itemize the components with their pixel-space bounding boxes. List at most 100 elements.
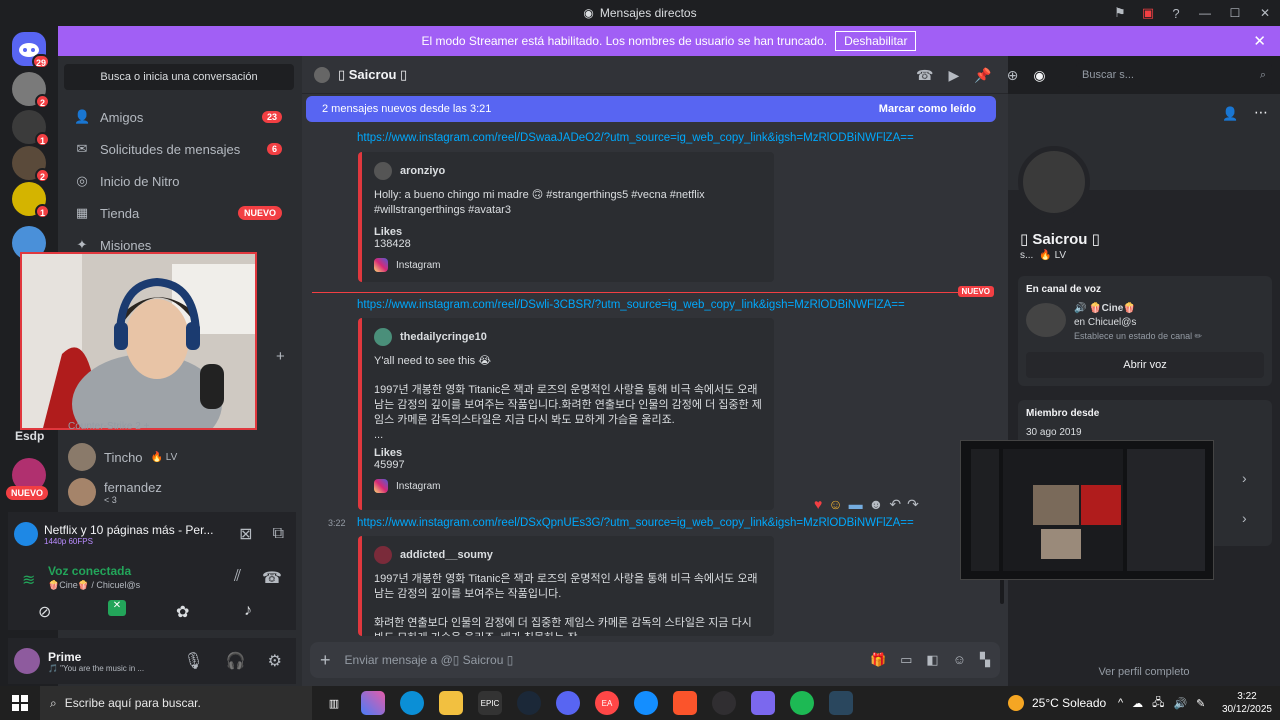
inbox-icon[interactable]: ▣ — [1134, 0, 1162, 26]
home-button[interactable]: 29 — [12, 32, 50, 69]
dm-avatar-4[interactable]: 1 — [12, 182, 50, 219]
soundboard-button[interactable]: ♪ — [244, 602, 252, 620]
steam-icon[interactable] — [517, 691, 541, 715]
dm-search-button[interactable]: Busca o inicia una conversación — [64, 64, 294, 90]
brave-icon[interactable] — [673, 691, 697, 715]
help-icon[interactable]: ? — [1162, 0, 1190, 26]
windows-start-icon[interactable] — [12, 695, 28, 711]
nav-message-requests[interactable]: ✉ Solicitudes de mensajes 6 — [66, 134, 292, 164]
voice-channel-name[interactable]: 🔊 🍿Cine🍿 — [1074, 303, 1202, 314]
video-icon[interactable]: ▶ — [948, 67, 959, 84]
embed-author-name[interactable]: aronziyo — [400, 165, 445, 177]
add-reaction-icon[interactable]: ☻ — [869, 496, 884, 513]
voice-channel[interactable]: 🍿Cine🍿 / Chicuel@s — [48, 580, 140, 591]
chat-search-input[interactable]: Buscar s... ⌕ — [1076, 63, 1272, 87]
headphones-icon[interactable]: 🎧 — [226, 651, 246, 671]
sticker-icon[interactable]: ◧ — [926, 652, 938, 668]
chevron-right-icon[interactable]: › — [1242, 470, 1247, 486]
emoji-reaction-icon[interactable]: ☺ — [828, 496, 842, 513]
message-link[interactable]: https://www.instagram.com/reel/DSxQpnUEs… — [357, 517, 914, 529]
dm-avatar-2[interactable]: 1 — [12, 110, 50, 147]
pin-icon[interactable]: 📌 — [974, 67, 991, 84]
avatar[interactable] — [1018, 146, 1090, 218]
nav-friends[interactable]: 👤 Amigos 23 — [66, 102, 292, 132]
message-actions: ♥ ☺ ▬ ☻ ↶ ↷ — [814, 496, 919, 513]
add-friends-icon[interactable]: ⊕ — [1007, 67, 1019, 84]
dm-row[interactable]: Tincho 🔥 LV — [68, 443, 288, 471]
screen-share-button[interactable]: ✕ — [108, 600, 126, 616]
add-dm-icon[interactable]: + — [276, 348, 285, 365]
call-icon[interactable]: ☎ — [916, 67, 933, 84]
volume-icon[interactable]: 🔊 — [1173, 697, 1187, 710]
voice-channel-status[interactable]: Establece un estado de canal ✏ — [1074, 331, 1202, 342]
embed-author: thedailycringe10 — [374, 328, 762, 346]
open-voice-button[interactable]: Abrir voz — [1026, 352, 1264, 378]
microphone-icon[interactable]: 🎙 — [183, 651, 203, 671]
embed-author-name[interactable]: addicted__soumy — [400, 549, 493, 561]
apps-icon[interactable]: ▚ — [980, 652, 990, 668]
reply-icon[interactable]: ↶ — [889, 496, 901, 513]
taskbar-clock[interactable]: 3:22 30/12/2025 — [1222, 690, 1272, 716]
battlenet-icon[interactable] — [634, 691, 658, 715]
ea-icon[interactable]: EA — [595, 691, 619, 715]
mark-read-button[interactable]: Marcar como leído — [879, 103, 976, 115]
dm-avatar-1[interactable]: 2 — [12, 72, 50, 109]
network-icon[interactable]: 🖧 — [1152, 694, 1164, 713]
noise-icon[interactable]: ⫽ — [234, 568, 241, 586]
gear-icon[interactable]: ⚙ — [268, 651, 282, 671]
emoji-icon[interactable]: ☺ — [953, 652, 966, 668]
spotify-icon[interactable] — [790, 691, 814, 715]
add-attachment-icon[interactable]: + — [320, 650, 331, 671]
activity-panel[interactable]: Netflix y 10 páginas más - Per... 1440p … — [8, 512, 296, 556]
view-full-profile-link[interactable]: Ver perfil completo — [1008, 666, 1280, 678]
screen-off-icon[interactable]: ⊠ — [239, 524, 252, 544]
maximize-button[interactable]: ☐ — [1220, 0, 1250, 26]
epic-games-icon[interactable]: EPIC — [478, 691, 502, 715]
dm-row[interactable]: fernandez < 3 — [68, 478, 288, 506]
close-icon[interactable]: ✕ — [1253, 32, 1266, 50]
minimize-button[interactable]: — — [1190, 0, 1220, 26]
message-link[interactable]: https://www.instagram.com/reel/DSwli-3CB… — [357, 299, 905, 311]
copilot-icon[interactable] — [361, 691, 385, 715]
window-title: Mensajes directos — [599, 6, 697, 20]
pen-icon[interactable]: ✎ — [1196, 697, 1205, 710]
screen-share-preview[interactable] — [960, 440, 1214, 580]
message-link[interactable]: https://www.instagram.com/reel/DSwaaJADe… — [357, 132, 914, 144]
flag-reaction-icon[interactable]: ▬ — [849, 496, 863, 513]
disconnect-icon[interactable]: ☎ — [262, 568, 282, 588]
nav-nitro[interactable]: ◎ Inicio de Nitro — [66, 166, 292, 196]
steam-icon[interactable] — [829, 691, 853, 715]
nav-shop[interactable]: ▦ Tienda NUEVO — [66, 198, 292, 228]
heart-reaction-icon[interactable]: ♥ — [814, 496, 822, 513]
new-messages-bar[interactable]: 2 mensajes nuevos desde las 3:21 Marcar … — [306, 96, 996, 122]
gift-icon[interactable]: 🎁 — [870, 652, 886, 668]
tray-app-icon[interactable]: ☁ — [1132, 697, 1143, 710]
taskbar-search[interactable]: ⌕ Escribe aquí para buscar. — [40, 686, 312, 720]
weather-widget[interactable]: 25°C Soleado — [1008, 686, 1106, 720]
popout-icon[interactable]: ⧉ — [273, 525, 284, 543]
avatar[interactable] — [14, 648, 40, 674]
obs-icon[interactable] — [712, 691, 736, 715]
dm-avatar-3[interactable]: 2 — [12, 146, 50, 183]
shop-icon: ▦ — [75, 205, 89, 220]
chevron-right-icon[interactable]: › — [1242, 510, 1247, 526]
chevron-up-icon[interactable]: ^ — [1118, 697, 1123, 709]
embed-author-name[interactable]: thedailycringe10 — [400, 331, 487, 343]
activities-button[interactable]: ✿ — [176, 602, 189, 622]
forward-icon[interactable]: ↷ — [907, 496, 919, 513]
disable-streamer-button[interactable]: Deshabilitar — [835, 31, 917, 51]
file-explorer-icon[interactable] — [439, 691, 463, 715]
add-friend-icon[interactable]: 👤 — [1222, 106, 1238, 122]
camera-off-button[interactable]: ⊘ — [38, 602, 51, 622]
flag-icon[interactable]: ⚑ — [1106, 0, 1134, 26]
close-window-button[interactable]: ✕ — [1250, 0, 1280, 26]
gamepad-icon[interactable] — [751, 691, 775, 715]
gif-icon[interactable]: ▭ — [900, 652, 912, 668]
edge-icon[interactable] — [400, 691, 424, 715]
more-icon[interactable]: ⋯ — [1254, 104, 1268, 121]
dm-row[interactable]: Counter-Strike 2 + — [68, 418, 288, 434]
discord-icon[interactable] — [556, 691, 580, 715]
profile-toggle-icon[interactable]: ◉ — [1033, 67, 1045, 84]
task-view-icon[interactable]: ▥ — [322, 691, 346, 715]
message-composer[interactable]: + Enviar mensaje a @▯ Saicrou ▯ 🎁 ▭ ◧ ☺ … — [310, 642, 1000, 678]
